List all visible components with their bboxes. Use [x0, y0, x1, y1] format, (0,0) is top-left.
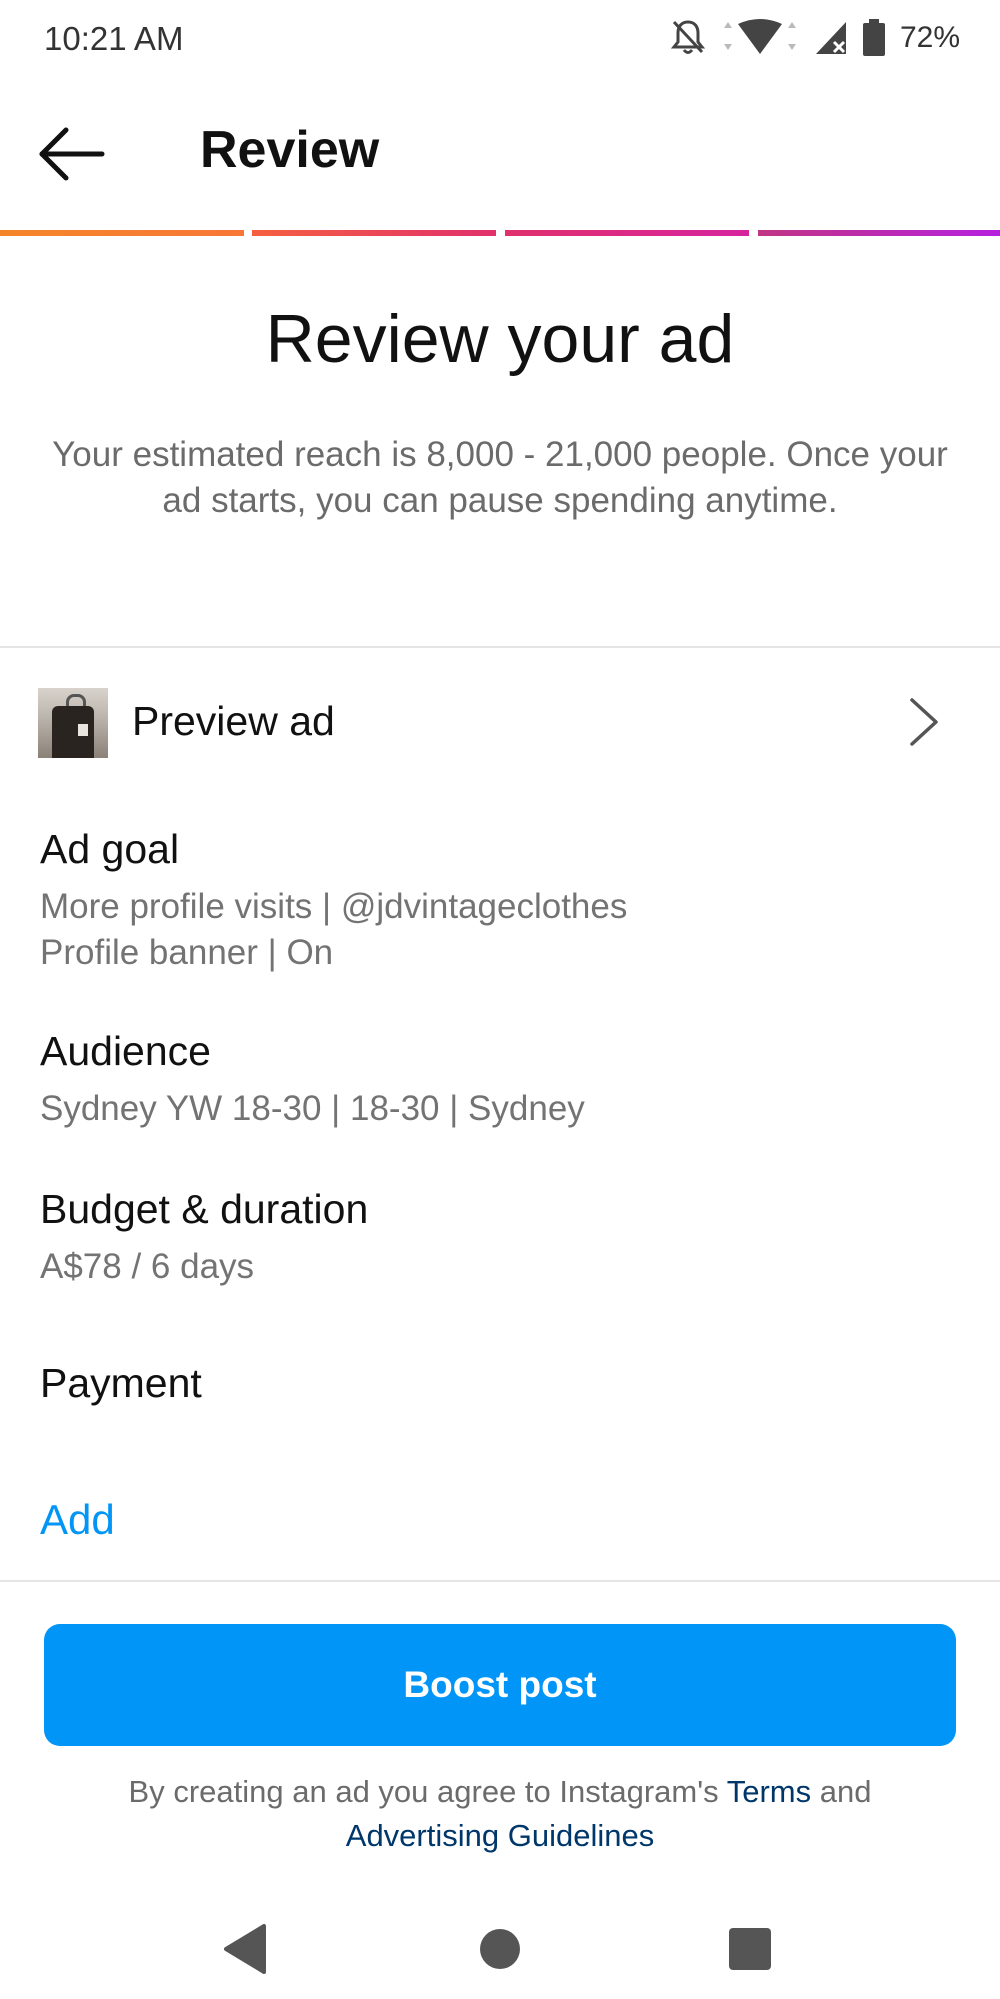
system-nav-bar — [0, 1900, 1000, 1999]
progress-step-4 — [758, 230, 1000, 236]
advertising-guidelines-link[interactable]: Advertising Guidelines — [346, 1818, 654, 1853]
ad-goal-line-2: Profile banner | On — [40, 930, 333, 976]
preview-ad-row[interactable]: Preview ad — [0, 680, 1000, 764]
boost-post-button[interactable]: Boost post — [44, 1624, 956, 1746]
terms-link[interactable]: Terms — [727, 1774, 811, 1809]
ad-goal-title: Ad goal — [40, 826, 179, 873]
system-recents-button[interactable] — [715, 1914, 785, 1984]
payment-title: Payment — [40, 1360, 202, 1407]
preview-ad-label: Preview ad — [132, 698, 335, 745]
progress-step-3 — [505, 230, 749, 236]
audience-line-1: Sydney YW 18-30 | 18-30 | Sydney — [40, 1086, 585, 1132]
ad-goal-line-1: More profile visits | @jdvintageclothes — [40, 884, 627, 930]
add-payment-link[interactable]: Add — [40, 1496, 115, 1544]
notifications-off-icon — [670, 18, 706, 58]
legal-prefix: By creating an ad you agree to Instagram… — [129, 1774, 719, 1809]
progress-step-1 — [0, 230, 244, 236]
progress-step-2 — [252, 230, 496, 236]
status-icons: 72% — [670, 18, 960, 58]
divider — [0, 1580, 1000, 1582]
circle-home-icon — [465, 1914, 535, 1984]
cell-signal-icon — [814, 20, 850, 56]
budget-title: Budget & duration — [40, 1186, 368, 1233]
system-home-button[interactable] — [465, 1914, 535, 1984]
audience-title: Audience — [40, 1028, 211, 1075]
legal-and: and — [820, 1774, 872, 1809]
wifi-icon — [718, 18, 802, 58]
review-heading: Review your ad — [0, 300, 1000, 378]
arrow-left-icon — [36, 124, 106, 184]
divider — [0, 646, 1000, 648]
back-button[interactable] — [36, 124, 116, 184]
status-time: 10:21 AM — [44, 20, 183, 58]
review-description: Your estimated reach is 8,000 - 21,000 p… — [40, 432, 960, 524]
system-back-button[interactable] — [212, 1914, 282, 1984]
legal-text: By creating an ad you agree to Instagram… — [40, 1770, 960, 1858]
status-bar: 10:21 AM — [0, 0, 1000, 80]
page-title: Review — [200, 120, 379, 180]
battery-icon — [862, 19, 886, 57]
battery-percent: 72% — [900, 21, 960, 55]
step-progress — [0, 230, 1000, 236]
triangle-back-icon — [212, 1914, 282, 1984]
chevron-right-icon — [904, 694, 944, 750]
budget-line-1: A$78 / 6 days — [40, 1244, 254, 1290]
square-recents-icon — [715, 1914, 785, 1984]
preview-thumbnail — [38, 688, 108, 758]
header: Review — [0, 90, 1000, 220]
